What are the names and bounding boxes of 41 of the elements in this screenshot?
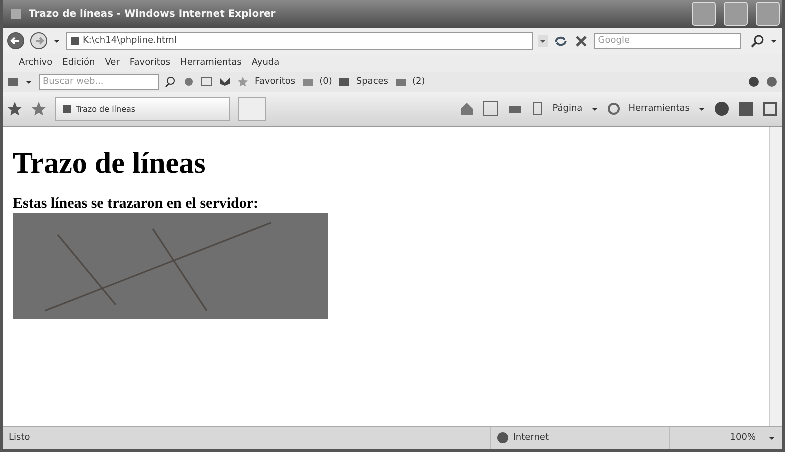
back-icon[interactable] — [7, 32, 25, 50]
menu-item[interactable]: Herramientas — [180, 58, 242, 68]
page-text: Estas líneas se trazaron en el servidor: — [13, 195, 260, 213]
star-icon[interactable] — [7, 101, 23, 117]
toolbar-link[interactable]: (2) — [412, 77, 426, 87]
search-field[interactable]: Google — [594, 33, 741, 49]
toolbar-link[interactable]: (0) — [320, 77, 332, 87]
caret-icon[interactable] — [538, 35, 548, 47]
browser-tab[interactable]: Trazo de líneas — [55, 97, 230, 121]
command-button[interactable]: Página — [552, 104, 583, 114]
add-favorite-icon[interactable] — [31, 101, 47, 117]
zone-label: Internet — [513, 433, 550, 443]
web-search-field[interactable]: Buscar web... — [39, 74, 159, 90]
page-heading: Trazo de líneas — [13, 147, 207, 181]
menu-item[interactable]: Favoritos — [130, 58, 171, 68]
caret-icon[interactable] — [768, 434, 776, 442]
address-text: K:\ch14\phpline.html — [83, 36, 177, 46]
status-text: Listo — [9, 433, 30, 443]
caret-icon[interactable] — [25, 78, 33, 86]
caret-icon[interactable] — [590, 105, 599, 113]
menu-item[interactable]: Ayuda — [252, 58, 280, 68]
menu-item[interactable]: Ver — [105, 58, 120, 68]
window-title: Trazo de líneas - Windows Internet Explorer — [29, 8, 276, 20]
refresh-icon[interactable] — [553, 34, 570, 48]
scrollbar[interactable] — [769, 127, 782, 426]
caret-icon[interactable] — [770, 37, 778, 45]
menu-item[interactable]: Edición — [62, 58, 96, 68]
caret-icon[interactable] — [53, 37, 61, 45]
toolbar-link[interactable]: Spaces — [356, 77, 388, 87]
star-icon[interactable] — [237, 76, 249, 88]
stop-icon[interactable] — [574, 34, 590, 48]
home-icon[interactable] — [458, 101, 475, 117]
search-icon[interactable] — [751, 34, 765, 48]
toolbar-link[interactable]: Favoritos — [255, 77, 296, 87]
command-button[interactable]: Herramientas — [628, 104, 690, 114]
caret-icon[interactable] — [698, 105, 706, 113]
address-field[interactable]: K:\ch14\phpline.html — [66, 32, 534, 50]
forward-icon[interactable] — [30, 32, 48, 50]
search-icon[interactable] — [165, 76, 177, 88]
zoom-control[interactable]: 100% — [669, 427, 762, 449]
menu-item[interactable]: Archivo — [19, 58, 53, 68]
